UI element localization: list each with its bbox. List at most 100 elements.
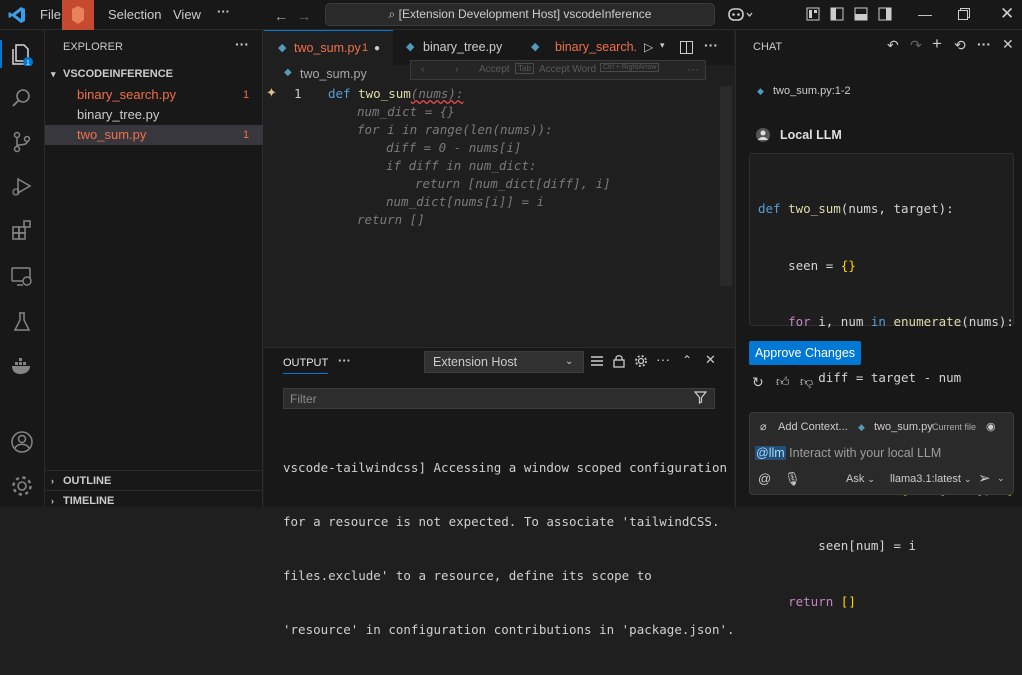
explorer-icon[interactable]: 1 (10, 42, 34, 66)
editor-scrollbar[interactable] (720, 86, 732, 286)
maximize-panel-icon[interactable]: ⌃ (682, 353, 692, 367)
svg-text:1: 1 (26, 60, 30, 66)
code-block[interactable]: def two_sum(nums, target): seen = {} for… (749, 153, 1014, 609)
code-line: diff = target - num (758, 369, 962, 385)
accept-word-button[interactable]: Accept Word (539, 64, 596, 75)
approve-changes-button[interactable]: Approve Changes (749, 341, 861, 365)
add-context-button[interactable]: ⌀ Add Context... (754, 418, 848, 436)
thumbs-up-icon[interactable]: 👍︎ (776, 374, 790, 390)
next-suggestion-icon[interactable]: › (455, 64, 458, 75)
new-chat-plus-icon[interactable]: + (932, 34, 942, 54)
history-icon[interactable]: ⟲ (954, 37, 966, 54)
menu-more[interactable]: ··· (217, 4, 230, 19)
remote-explorer-icon[interactable] (10, 264, 34, 288)
current-file-chip[interactable]: ◆ two_sum.py Current file ◉ (852, 418, 1002, 436)
file-item-binary-tree[interactable]: binary_tree.py (45, 105, 263, 125)
customize-layout-icon[interactable] (806, 7, 820, 21)
accounts-icon[interactable] (10, 430, 34, 454)
panel-more-icon[interactable]: ··· (338, 353, 351, 368)
timeline-section[interactable]: › TIMELINE (45, 490, 263, 510)
search-icon[interactable] (10, 86, 34, 110)
mention-at-icon[interactable]: @ (758, 471, 771, 486)
extensions-icon[interactable] (10, 218, 34, 242)
menu-file[interactable]: File (40, 7, 61, 22)
previous-suggestion-icon[interactable]: ‹ (421, 64, 424, 75)
chevron-down-icon[interactable]: ⌄ (997, 473, 1005, 484)
reference-chip[interactable]: ◆ two_sum.py:1-2 (751, 82, 851, 100)
manage-gear-icon[interactable] (10, 474, 34, 498)
model-select[interactable]: llama3.1:latest ⌄ (890, 473, 972, 485)
redo-icon[interactable]: ↷ (910, 37, 922, 54)
forward-arrow-icon[interactable]: → (297, 8, 311, 24)
breadcrumb[interactable]: two_sum.py (300, 67, 367, 81)
mode-select[interactable]: Ask ⌄ (846, 473, 875, 485)
python-file-icon: ◆ (757, 86, 764, 96)
command-center[interactable]: ⌕ [Extension Development Host] vscodeInf… (325, 3, 715, 26)
file-item-two-sum[interactable]: two_sum.py 1 (45, 125, 263, 145)
panel-more-actions-icon[interactable]: ··· (656, 351, 670, 367)
vscode-logo-icon (8, 6, 26, 24)
eye-icon[interactable]: ◉ (986, 418, 996, 436)
toggle-secondary-sidebar-icon[interactable] (878, 7, 892, 21)
toggle-primary-sidebar-icon[interactable] (830, 7, 844, 21)
ghost-line: return [] (357, 212, 425, 227)
lock-icon[interactable] (613, 354, 625, 368)
chevron-right-icon: › (51, 496, 54, 506)
tab-output[interactable]: OUTPUT (283, 357, 329, 374)
run-file-icon[interactable]: ▷ (644, 40, 653, 54)
code-line-1[interactable]: def two_sum(nums): (328, 86, 463, 101)
sidebar-title: EXPLORER (63, 41, 123, 53)
accept-button[interactable]: Accept (479, 64, 510, 75)
unsaved-dot-icon[interactable]: ● (374, 31, 380, 66)
retry-icon[interactable]: ↻ (752, 374, 764, 391)
split-editor-icon[interactable] (680, 41, 693, 54)
recording-overlay (62, 0, 94, 30)
microphone-icon[interactable]: 🎙︎ (784, 471, 801, 487)
send-icon[interactable]: ➢ (978, 469, 991, 487)
filter-icon[interactable] (694, 391, 707, 404)
assistant-name: Local LLM (780, 128, 842, 142)
chat-input-box[interactable]: ⌀ Add Context... ◆ two_sum.py Current fi… (749, 412, 1014, 495)
restore-icon[interactable] (958, 8, 970, 20)
chat-input-field[interactable]: @llm Interact with your local LLM (755, 446, 941, 460)
undo-icon[interactable]: ↶ (887, 37, 899, 54)
chat-more-icon[interactable]: ··· (977, 36, 991, 52)
back-arrow-icon[interactable]: ← (274, 8, 288, 24)
outline-section[interactable]: › OUTLINE (45, 470, 263, 490)
hint-more-icon[interactable]: ··· (687, 62, 699, 76)
activity-bar: 1 (0, 30, 45, 507)
minimize-icon[interactable]: — (918, 6, 932, 22)
assistant-avatar-icon (755, 127, 771, 143)
testing-icon[interactable] (10, 310, 34, 334)
sparkle-icon[interactable]: ✦ (266, 85, 277, 101)
log-line: vscode-tailwindcss] Accessing a window s… (283, 460, 728, 475)
copilot-icon[interactable] (728, 6, 754, 24)
docker-icon[interactable] (10, 354, 34, 378)
log-line: for a resource is not expected. To assoc… (283, 514, 720, 529)
code-line: seen[num] = i (758, 538, 917, 554)
line-number: 1 (294, 86, 302, 101)
close-icon[interactable]: ✕ (1000, 4, 1014, 24)
run-debug-icon[interactable] (10, 174, 34, 198)
close-chat-icon[interactable]: ✕ (1002, 36, 1014, 53)
close-panel-icon[interactable]: ✕ (705, 352, 716, 368)
settings-gear-icon[interactable] (634, 354, 648, 368)
menu-selection[interactable]: Selection (108, 7, 161, 22)
editor-more-icon[interactable]: ··· (704, 37, 718, 53)
thumbs-down-icon[interactable]: 👎︎ (800, 374, 813, 390)
explorer-sidebar: EXPLORER ··· ▾ VSCODEINFERENCE binary_se… (45, 30, 263, 507)
tab-two-sum[interactable]: ◆ two_sum.py 1 ● (264, 30, 393, 65)
source-control-icon[interactable] (10, 130, 34, 154)
file-item-binary-search[interactable]: binary_search.py 1 (45, 85, 263, 105)
filter-input[interactable]: Filter (283, 388, 715, 409)
word-wrap-icon[interactable] (590, 355, 604, 367)
sidebar-more-button[interactable]: ··· (235, 36, 249, 52)
menu-view[interactable]: View (173, 7, 201, 22)
output-channel-select[interactable]: Extension Host ⌄ (424, 351, 584, 373)
folder-header[interactable]: ▾ VSCODEINFERENCE (45, 64, 263, 84)
toggle-panel-icon[interactable] (854, 7, 868, 21)
active-indicator (0, 40, 2, 68)
code-line: return [] (758, 594, 856, 610)
chevron-down-icon[interactable]: ▾ (660, 40, 665, 51)
log-line: 'resource' in configuration contribution… (283, 622, 735, 637)
